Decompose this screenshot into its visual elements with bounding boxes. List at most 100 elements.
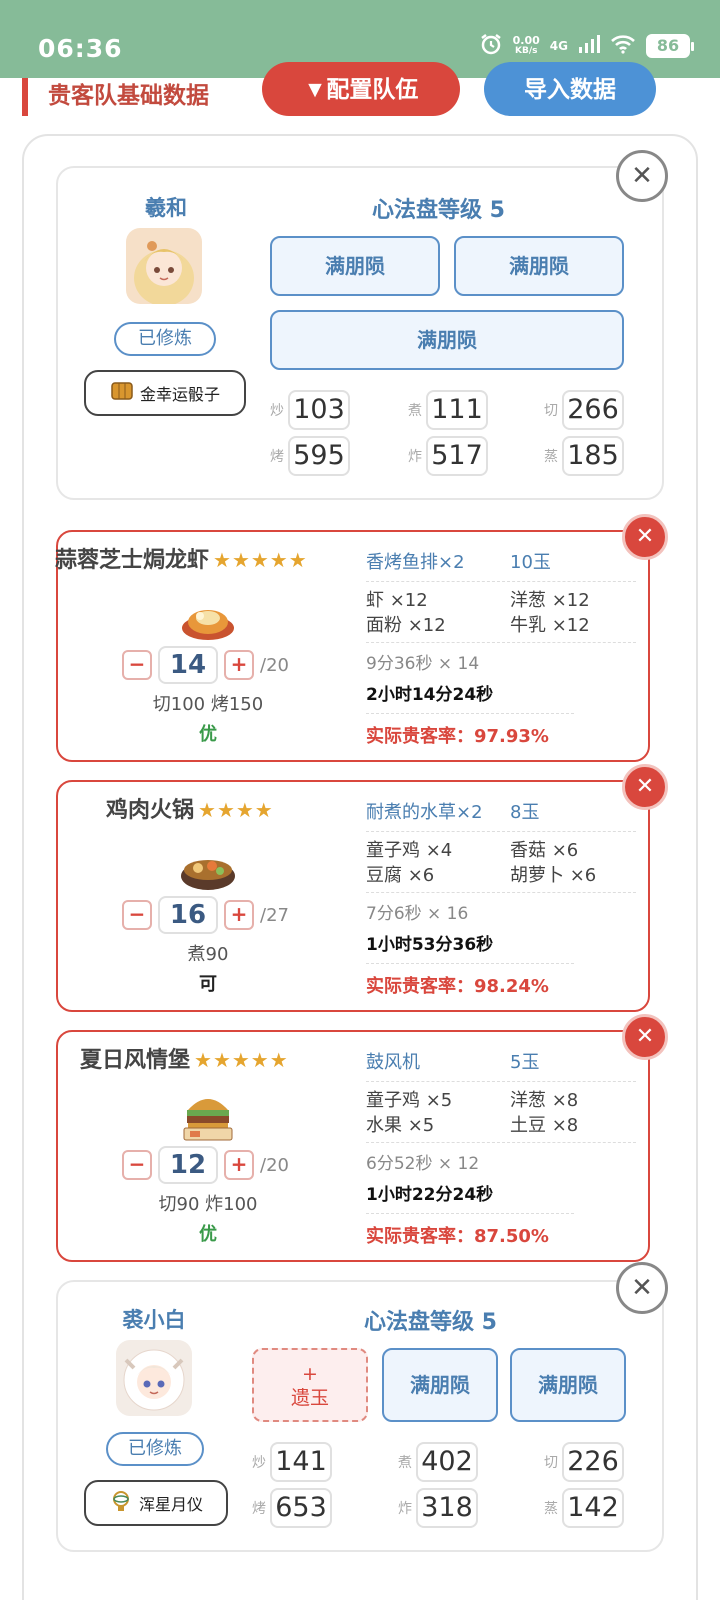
special-material: 耐煮的水草×2 xyxy=(366,802,483,823)
quality-grade: 优 xyxy=(199,1224,217,1245)
stat-label: 蒸 xyxy=(544,449,558,465)
jade-reward: 8玉 xyxy=(510,802,540,823)
increase-button[interactable]: + xyxy=(224,650,254,680)
ingredient: 豆腐 ×6 xyxy=(366,865,435,886)
section-header: 贵客队基础数据 ▼配置队伍 导入数据 xyxy=(0,60,720,122)
chef-avatar[interactable] xyxy=(116,1340,192,1416)
stat-steam: 蒸 185 xyxy=(544,436,624,476)
stat-value: 111 xyxy=(426,390,488,430)
chef-avatar[interactable] xyxy=(126,228,202,304)
increase-button[interactable]: + xyxy=(224,1150,254,1180)
network-type: 4G xyxy=(549,39,568,53)
stat-value: 595 xyxy=(288,436,350,476)
skill-slot-3[interactable]: 满朋陨 xyxy=(270,310,624,370)
stat-cut: 切 226 xyxy=(544,1442,624,1482)
stat-label: 炒 xyxy=(252,1455,266,1471)
ingredient: 童子鸡 ×4 xyxy=(366,840,453,861)
recipe-card-2: 鸡肉火锅 ★★★★ − 16 + /27 煮90 可 耐煮的水草×2 8玉 童子鸡 … xyxy=(56,780,650,1012)
recipe-name: 鸡肉火锅 xyxy=(106,798,195,823)
section-title: 贵客队基础数据 xyxy=(48,83,209,109)
signal-icon xyxy=(578,34,600,58)
quantity-stepper: − 12 + /20 xyxy=(122,1146,289,1184)
recipe-material-row: 香烤鱼排×2 10玉 xyxy=(366,548,636,582)
recipe-material-row: 鼓风机 5玉 xyxy=(366,1048,636,1082)
stat-value: 226 xyxy=(562,1442,624,1482)
wifi-icon xyxy=(610,34,636,58)
net-speed-value: 0.00 xyxy=(512,34,540,47)
skill-requirement: 煮90 xyxy=(187,944,229,965)
ingredient: 土豆 ×8 xyxy=(510,1115,579,1136)
status-icons: 0.00 KB/s 4G 86 xyxy=(479,32,694,60)
skill-disk-level: 心法盘等级 5 xyxy=(364,1310,497,1335)
ingredients-list: 虾 ×12 洋葱 ×12 面粉 ×12 牛乳 ×12 xyxy=(366,582,636,643)
remove-chef-button[interactable]: ✕ xyxy=(616,1262,668,1314)
stat-label: 煮 xyxy=(408,403,422,419)
quantity-input[interactable]: 16 xyxy=(158,896,218,934)
armillary-icon xyxy=(109,1489,133,1517)
net-speed-unit: KB/s xyxy=(514,46,538,56)
ingredient: 牛乳 ×12 xyxy=(510,615,590,636)
recipe-details: 香烤鱼排×2 10玉 虾 ×12 洋葱 ×12 面粉 ×12 牛乳 ×12 9分36秒… xyxy=(366,548,636,748)
ingredient: 面粉 ×12 xyxy=(366,615,446,636)
special-material: 香烤鱼排×2 xyxy=(366,552,465,573)
header-accent-bar xyxy=(22,78,28,116)
quantity-input[interactable]: 14 xyxy=(158,646,218,684)
cultivated-badge[interactable]: 已修炼 xyxy=(114,322,216,356)
quantity-input[interactable]: 12 xyxy=(158,1146,218,1184)
stat-boil: 煮 402 xyxy=(398,1442,478,1482)
battery-icon: 86 xyxy=(646,34,694,58)
stat-label: 切 xyxy=(544,403,558,419)
add-icon: + xyxy=(302,1363,318,1385)
time-per-dish: 7分6秒 × 16 xyxy=(366,904,469,924)
remove-chef-button[interactable]: ✕ xyxy=(616,150,668,202)
quality-grade: 优 xyxy=(199,724,217,745)
quality-grade: 可 xyxy=(199,974,217,995)
ingredient: 胡萝卜 ×6 xyxy=(510,865,597,886)
quantity-max: /20 xyxy=(260,654,289,676)
stat-roast: 烤 653 xyxy=(252,1488,332,1528)
recipe-stars: ★★★★★ xyxy=(194,1048,289,1072)
remove-recipe-button[interactable]: ✕ xyxy=(622,1014,668,1060)
stat-steam: 蒸 142 xyxy=(544,1488,624,1528)
decrease-button[interactable]: − xyxy=(122,650,152,680)
skill-slot-3[interactable]: 满朋陨 xyxy=(510,1348,626,1422)
special-material: 鼓风机 xyxy=(366,1052,420,1073)
recipe-material-row: 耐煮的水草×2 8玉 xyxy=(366,798,636,832)
skill-slot-2[interactable]: 满朋陨 xyxy=(382,1348,498,1422)
remove-recipe-button[interactable]: ✕ xyxy=(622,514,668,560)
quantity-max: /27 xyxy=(260,904,289,926)
ingredient: 洋葱 ×12 xyxy=(510,590,590,611)
chef-card-2: 裘小白 已修炼 浑星月仪 心法盘等级 5 + 遗玉 满朋陨 满朋陨 炒 141 煮… xyxy=(56,1280,664,1552)
import-data-button[interactable]: 导入数据 xyxy=(484,62,656,116)
alarm-icon xyxy=(479,32,503,60)
stat-label: 煮 xyxy=(398,1455,412,1471)
stat-fry: 炸 517 xyxy=(408,436,488,476)
stat-label: 烤 xyxy=(252,1501,266,1517)
ingredient: 虾 ×12 xyxy=(366,590,428,611)
skill-slot-1[interactable]: 满朋陨 xyxy=(270,236,440,296)
equipment-badge[interactable]: 浑星月仪 xyxy=(84,1480,228,1526)
chef-name: 羲和 xyxy=(145,196,187,220)
stat-label: 切 xyxy=(544,1455,558,1471)
decrease-button[interactable]: − xyxy=(122,1150,152,1180)
decrease-button[interactable]: − xyxy=(122,900,152,930)
equipment-badge[interactable]: 金幸运骰子 xyxy=(84,370,246,416)
stat-value: 653 xyxy=(270,1488,332,1528)
configure-team-button[interactable]: ▼配置队伍 xyxy=(262,62,460,116)
guest-rate: 实际贵客率：97.93% xyxy=(366,713,574,748)
recipe-details: 鼓风机 5玉 童子鸡 ×5 洋葱 ×8 水果 ×5 土豆 ×8 6分52秒 × 12 … xyxy=(366,1048,636,1248)
cultivated-badge[interactable]: 已修炼 xyxy=(106,1432,204,1466)
recipe-details: 耐煮的水草×2 8玉 童子鸡 ×4 香菇 ×6 豆腐 ×6 胡萝卜 ×6 7分6秒 ×… xyxy=(366,798,636,998)
increase-button[interactable]: + xyxy=(224,900,254,930)
total-time: 1小时53分36秒 xyxy=(366,935,494,955)
skill-slot-2[interactable]: 满朋陨 xyxy=(454,236,624,296)
total-time: 2小时14分24秒 xyxy=(366,685,494,705)
stat-stir-fry: 炒 103 xyxy=(270,390,350,430)
stat-cut: 切 266 xyxy=(544,390,624,430)
recipe-title: 鸡肉火锅 ★★★★ xyxy=(106,792,274,824)
ingredient: 水果 ×5 xyxy=(366,1115,435,1136)
recipe-name: 蒜蓉芝士焗龙虾 xyxy=(55,548,210,573)
stat-label: 炸 xyxy=(408,449,422,465)
remove-recipe-button[interactable]: ✕ xyxy=(622,764,668,810)
empty-skill-slot[interactable]: + 遗玉 xyxy=(252,1348,368,1422)
